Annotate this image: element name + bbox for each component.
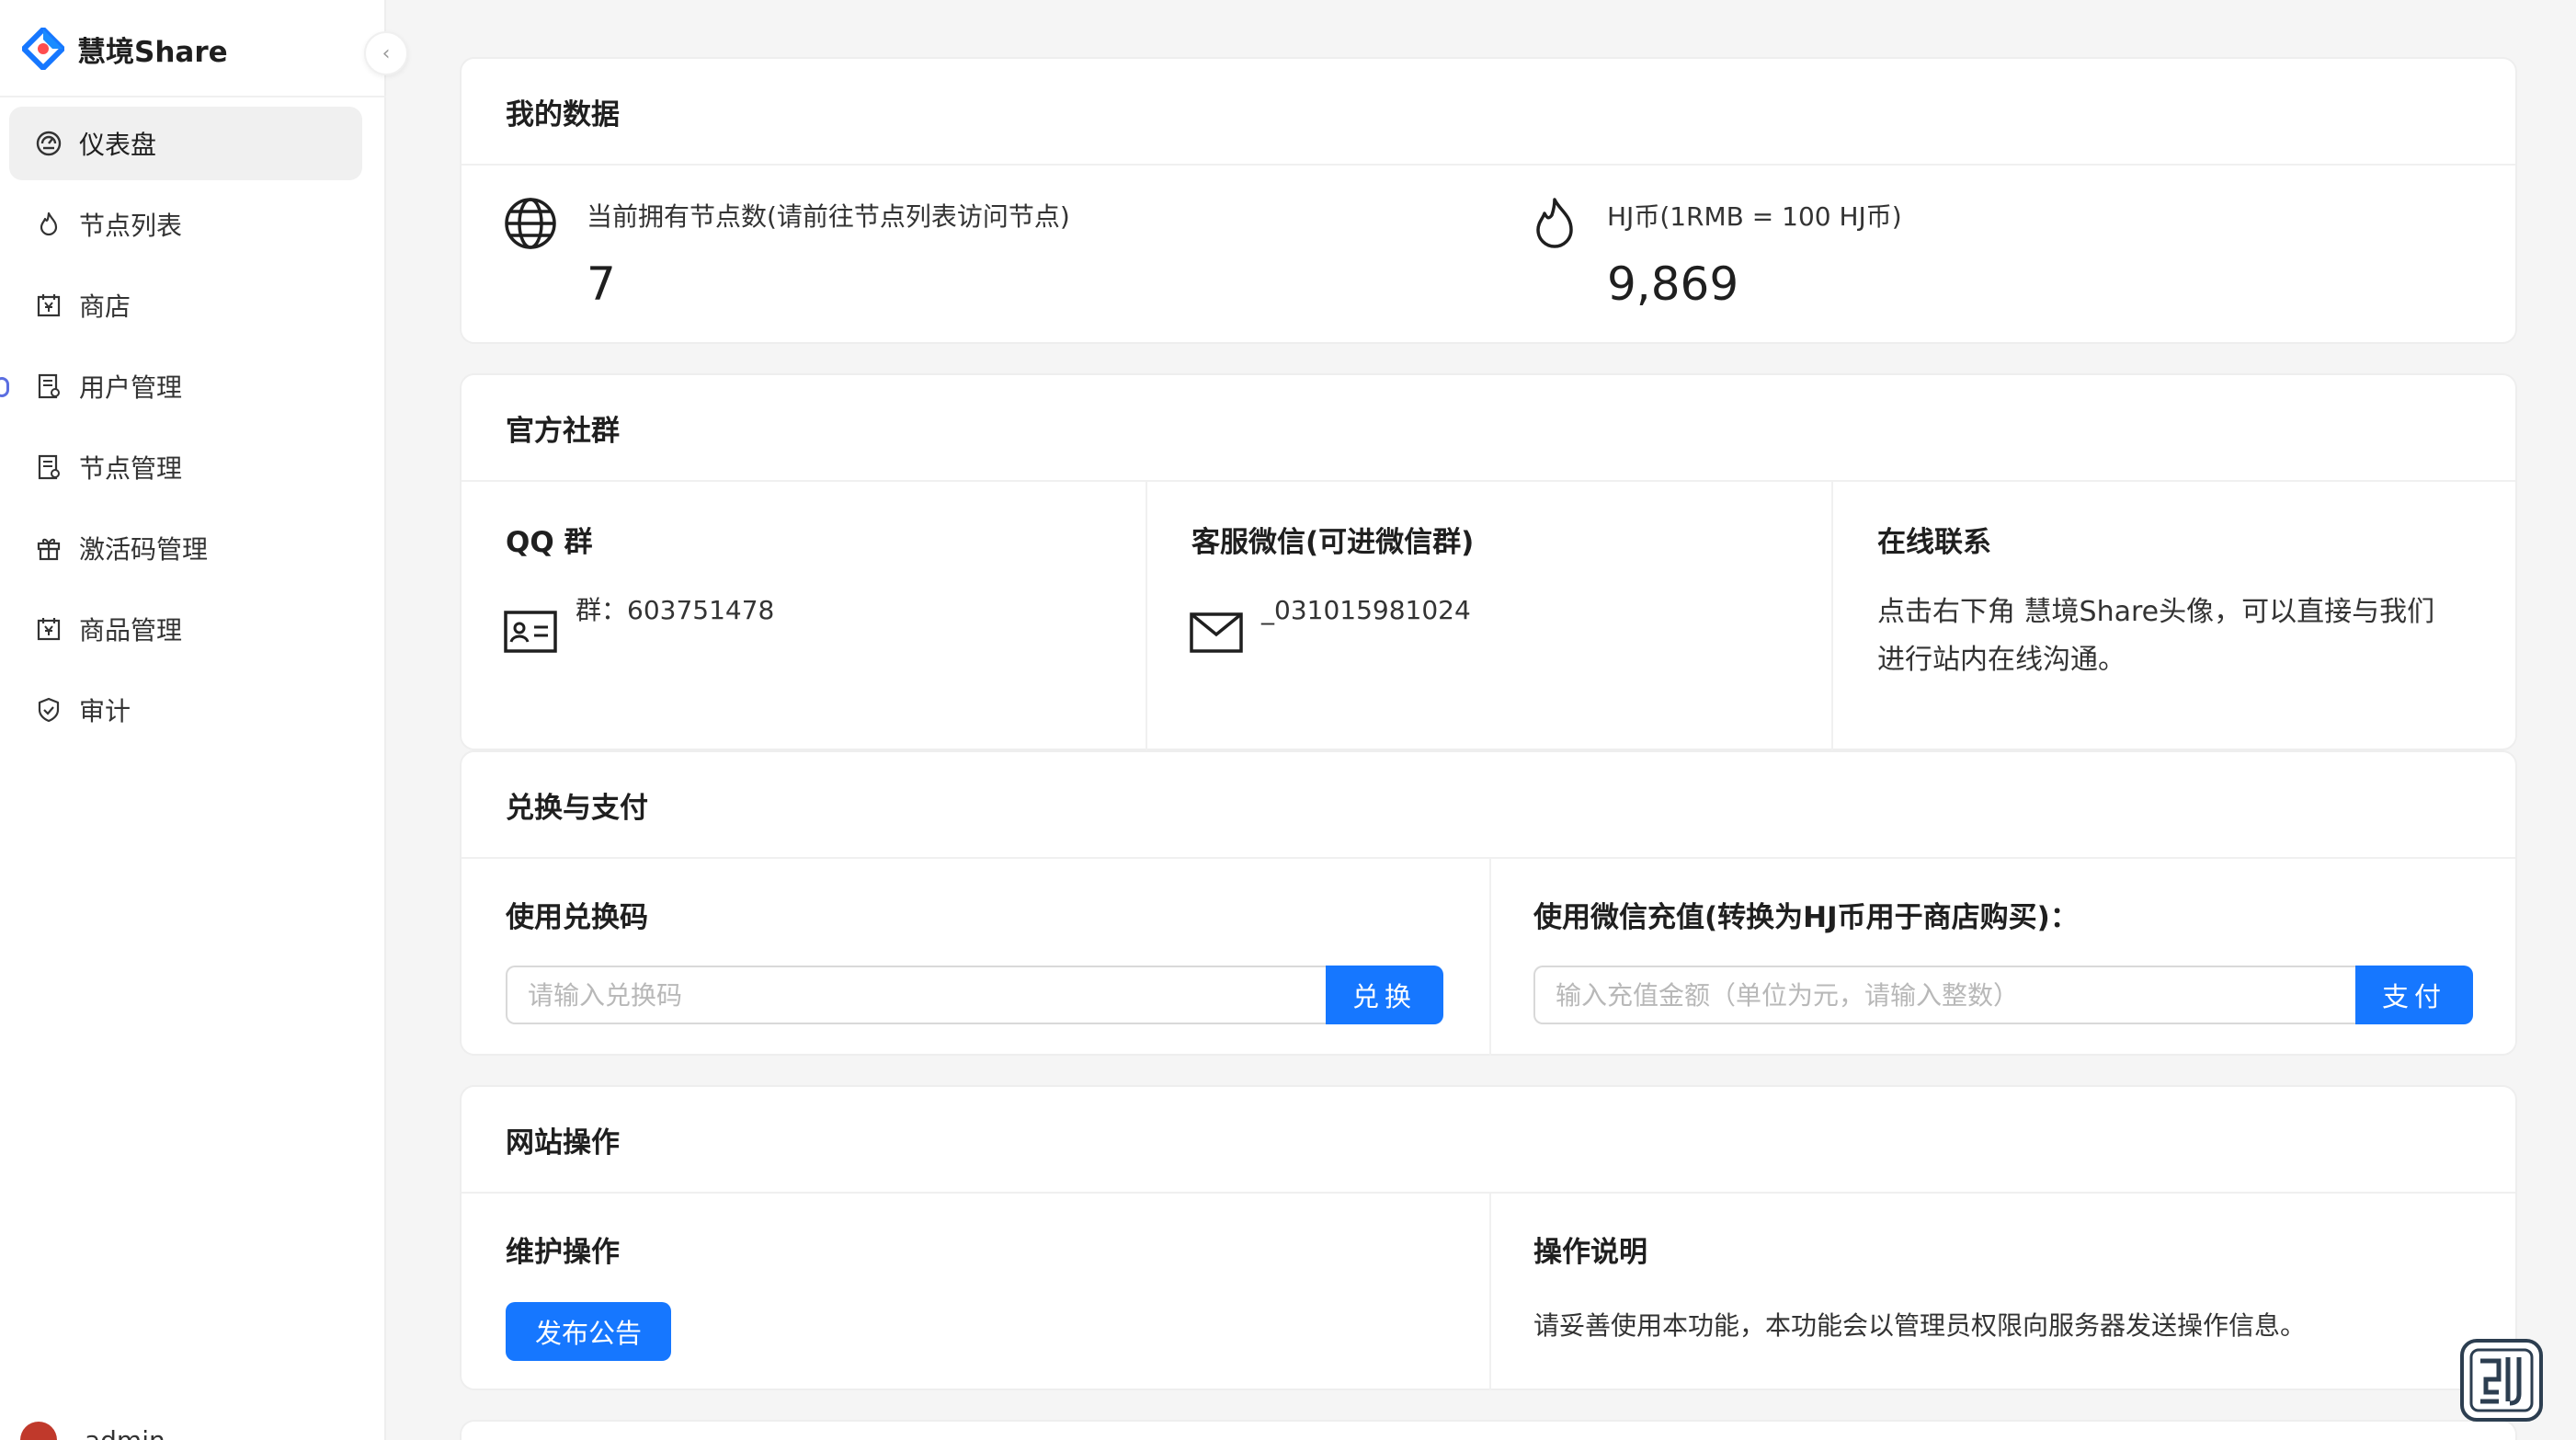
- recharge-title: 使用微信充值(转换为HJ币用于商店购买)：: [1533, 901, 2079, 934]
- wechat-id: _031015981024: [1261, 595, 1471, 625]
- online-contact-text: 点击右下角 慧境Share头像，可以直接与我们 进行站内在线沟通。: [1877, 589, 2502, 684]
- sidebar-item-label: 商店: [79, 291, 131, 322]
- sidebar-item-label: 审计: [79, 696, 131, 726]
- column-divider: [1831, 482, 1833, 750]
- redeem-button[interactable]: 兑换: [1326, 966, 1443, 1024]
- shop-icon: [35, 291, 63, 319]
- publish-announcement-button[interactable]: 发布公告: [506, 1302, 672, 1361]
- wechat-title: 客服微信(可进微信群): [1191, 526, 1475, 559]
- app-name: 慧境Share: [77, 35, 228, 69]
- site-ops-title: 网站操作: [462, 1087, 2515, 1194]
- site-ops-card: 网站操作 维护操作 发布公告 操作说明 请妥善使用本功能，本功能会以管理员权限向…: [460, 1085, 2517, 1390]
- node-count-stat: 当前拥有节点数(请前往节点列表访问节点) 7: [504, 197, 1070, 311]
- maintenance-title: 维护操作: [506, 1236, 620, 1269]
- qq-group-title: QQ 群: [506, 526, 593, 559]
- sidebar-item-label: 商品管理: [79, 615, 183, 646]
- profile-icon: [35, 453, 63, 481]
- sidebar-item-node-management[interactable]: 节点管理: [9, 430, 362, 504]
- gift-icon: [35, 534, 63, 562]
- shop-icon: [35, 615, 63, 643]
- id-card-icon: [504, 611, 557, 657]
- sidebar-item-dashboard[interactable]: 仪表盘: [9, 107, 362, 180]
- column-divider: [1146, 482, 1147, 750]
- sidebar-item-user-management[interactable]: 用户管理: [9, 349, 362, 423]
- profile-icon: [35, 372, 63, 400]
- redeem-code-input[interactable]: [506, 966, 1326, 1024]
- sidebar-item-activation-codes[interactable]: 激活码管理: [9, 511, 362, 585]
- sidebar-item-label: 节点管理: [79, 453, 183, 484]
- column-divider: [1489, 859, 1491, 1056]
- sidebar: 慧境Share 仪表盘 节点列表 商店 用户管理 节点管理 激活码管理 商品管理…: [0, 0, 386, 1440]
- sidebar-item-shop[interactable]: 商店: [9, 269, 362, 342]
- chat-widget-icon[interactable]: [2458, 1337, 2545, 1423]
- user-profile[interactable]: admin: [20, 1422, 165, 1440]
- node-count-value: 7: [587, 257, 616, 311]
- indicator-dot: [0, 377, 9, 397]
- pay-button[interactable]: 支付: [2355, 966, 2473, 1024]
- instructions-text: 请妥善使用本功能，本功能会以管理员权限向服务器发送操作信息。: [1533, 1310, 2307, 1341]
- sidebar-item-product-management[interactable]: 商品管理: [9, 592, 362, 666]
- exchange-title: 兑换与支付: [462, 752, 2515, 859]
- instructions-title: 操作说明: [1533, 1236, 1647, 1269]
- globe-icon: [504, 197, 559, 252]
- redeem-input-group: 兑换: [506, 966, 1443, 1024]
- coin-balance-stat: HJ币(1RMB = 100 HJ币) 9,869: [1532, 197, 1902, 311]
- recharge-amount-input[interactable]: [1533, 966, 2355, 1024]
- sidebar-item-label: 激活码管理: [79, 534, 209, 565]
- sidebar-item-audit[interactable]: 审计: [9, 673, 362, 747]
- coin-balance-value: 9,869: [1607, 257, 1739, 311]
- collapse-sidebar-button[interactable]: ‹: [364, 31, 408, 75]
- qq-group-number: 群：603751478: [576, 595, 775, 625]
- user-name: admin: [85, 1424, 165, 1440]
- redeem-title: 使用兑换码: [506, 901, 648, 934]
- avatar: [20, 1422, 57, 1440]
- sidebar-menu: 仪表盘 节点列表 商店 用户管理 节点管理 激活码管理 商品管理 审计: [9, 107, 362, 754]
- sidebar-item-label: 节点列表: [79, 211, 183, 241]
- chevron-left-icon: ‹: [382, 41, 391, 65]
- fire-icon: [1532, 197, 1583, 252]
- online-contact-title: 在线联系: [1877, 526, 1991, 559]
- my-data-card: 我的数据 当前拥有节点数(请前往节点列表访问节点) 7 HJ币(1RMB = 1…: [460, 57, 2517, 344]
- logo-divider: [0, 96, 386, 97]
- sidebar-item-label: 仪表盘: [79, 130, 157, 160]
- exchange-card: 兑换与支付 使用兑换码 兑换 使用微信充值(转换为HJ币用于商店购买)： 支付: [460, 750, 2517, 1056]
- column-divider: [1489, 1194, 1491, 1390]
- online-contact-line1: 点击右下角 慧境Share头像，可以直接与我们: [1877, 596, 2435, 628]
- coin-balance-label: HJ币(1RMB = 100 HJ币): [1607, 201, 1902, 232]
- online-contact-line2: 进行站内在线沟通。: [1877, 644, 2126, 676]
- logo-icon: [21, 27, 65, 71]
- community-card: 官方社群 QQ 群 群：603751478 客服微信(可进微信群) _03101…: [460, 373, 2517, 750]
- mail-icon: [1190, 612, 1243, 657]
- recharge-input-group: 支付: [1533, 966, 2473, 1024]
- app-logo[interactable]: 慧境Share: [21, 27, 228, 71]
- next-card: [460, 1420, 2517, 1440]
- fire-icon: [35, 211, 63, 238]
- safety-icon: [35, 696, 63, 724]
- node-count-label: 当前拥有节点数(请前往节点列表访问节点): [587, 201, 1070, 232]
- dashboard-icon: [35, 130, 63, 157]
- sidebar-item-label: 用户管理: [79, 372, 183, 403]
- my-data-title: 我的数据: [462, 59, 2515, 166]
- community-title: 官方社群: [462, 375, 2515, 482]
- sidebar-item-node-list[interactable]: 节点列表: [9, 188, 362, 261]
